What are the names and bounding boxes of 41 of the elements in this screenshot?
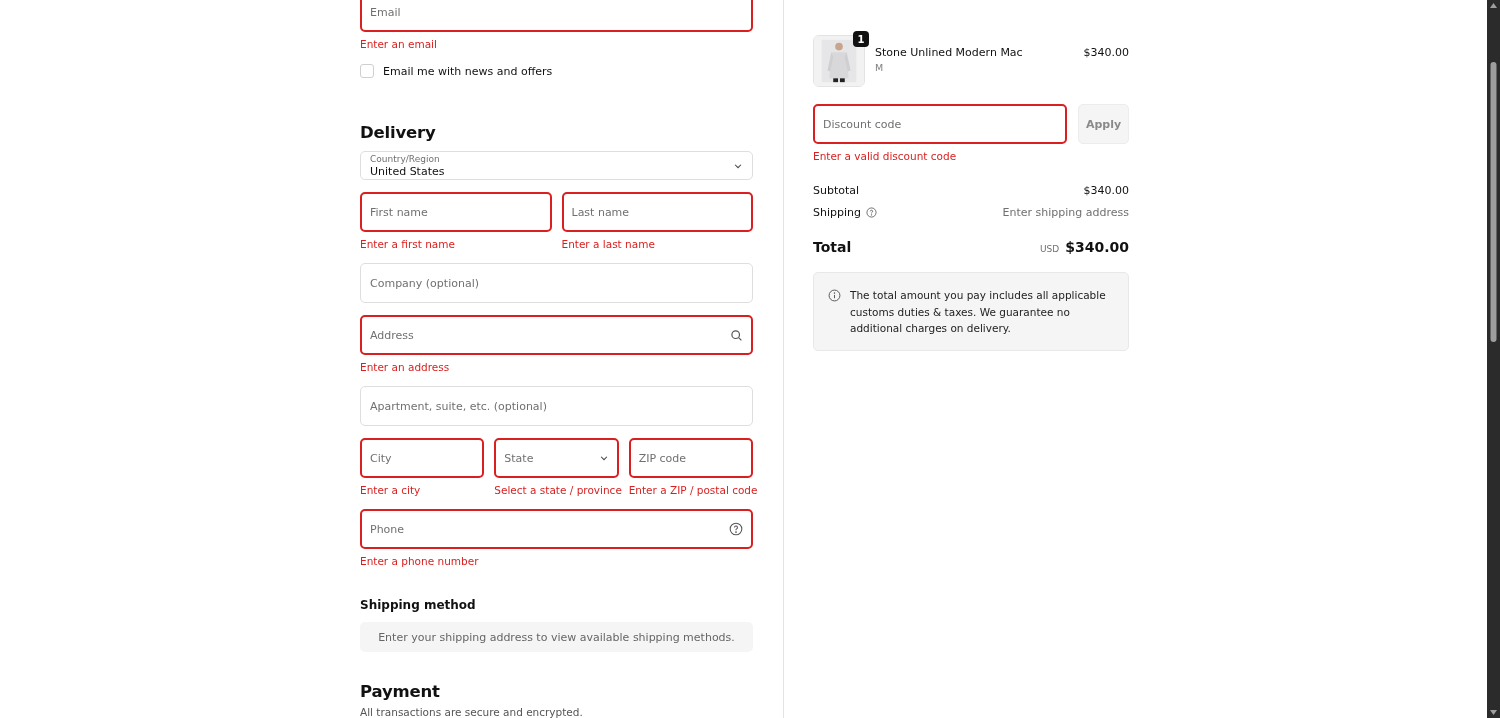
select-field[interactable]: Country/Region United States (360, 151, 753, 181)
currency-code: USD (1040, 244, 1060, 254)
error-message: Enter a city (360, 484, 422, 498)
error-message: Enter a first name (360, 238, 456, 252)
error-message: Enter a valid discount code (813, 150, 958, 163)
notice-text: The total amount you pay includes all applicable customs duties & taxes. We guarantee no additional charges on delivery. (850, 288, 1107, 336)
quantity-badge: 1 (853, 31, 869, 47)
help-icon[interactable] (729, 522, 743, 537)
section-heading: Delivery (360, 123, 437, 142)
select-field[interactable]: State (494, 438, 619, 479)
summary-label: Subtotal (813, 184, 860, 197)
help-icon[interactable] (866, 207, 877, 218)
input-field[interactable]: ZIP code (628, 438, 753, 479)
product-price: $340.00 (1083, 45, 1129, 59)
error-message: Enter an address (360, 361, 451, 375)
input-field[interactable]: Phone (360, 509, 753, 550)
scrollbar[interactable] (1487, 0, 1500, 718)
shipping-notice: Enter your shipping address to view available shipping methods. (360, 622, 753, 652)
total-label: Total (813, 239, 852, 255)
error-message: Enter a last name (561, 238, 656, 252)
checkbox-label: Email me with news and offers (383, 64, 553, 78)
error-message: Enter a phone number (360, 555, 480, 569)
info-icon (828, 289, 841, 302)
summary-value: Enter shipping address (1002, 206, 1129, 219)
summary-value: $340.00 (1083, 184, 1129, 197)
search-icon (730, 328, 743, 342)
section-subtitle: All transactions are secure and encrypted. (360, 706, 584, 718)
product-name: Stone Unlined Modern Mac (875, 46, 1024, 59)
input-field[interactable]: Address (360, 315, 753, 356)
input-field[interactable]: City (360, 438, 485, 479)
total-amount: $340.00 (1065, 239, 1129, 255)
input-field[interactable]: Discount code (813, 104, 1067, 144)
summary-label: Shipping (813, 206, 861, 219)
section-heading: Shipping method (360, 598, 477, 613)
checkbox[interactable] (360, 64, 374, 78)
section-heading: Payment (360, 682, 441, 701)
input-field[interactable]: Email (360, 0, 753, 32)
product-variant: M (875, 62, 885, 73)
input-field[interactable]: Last name (561, 192, 753, 233)
input-field[interactable]: First name (360, 192, 552, 233)
error-message: Enter an email (360, 38, 438, 51)
